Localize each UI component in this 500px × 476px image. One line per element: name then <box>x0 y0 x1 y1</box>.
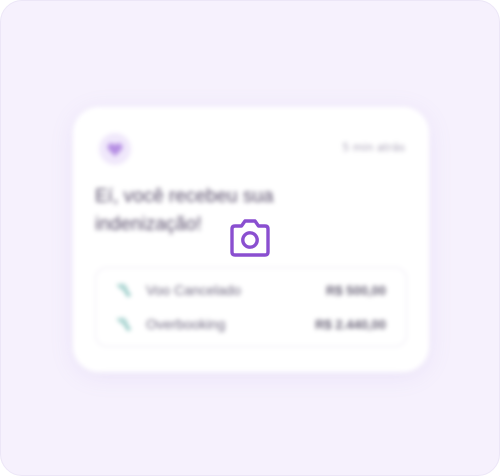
list-item: Overbooking R$ 2.440,00 <box>114 312 386 336</box>
item-label: Overbooking <box>146 316 226 332</box>
compensation-list: Voo Cancelado R$ 500,00 Overbooking R$ 2… <box>95 267 407 347</box>
item-label: Voo Cancelado <box>146 282 241 298</box>
camera-icon[interactable] <box>226 217 274 261</box>
flight-cancel-icon <box>114 280 134 300</box>
preview-frame: 5 min atrás Eí, você recebeu sua indeniz… <box>0 0 500 476</box>
heart-badge <box>99 133 131 165</box>
list-item: Voo Cancelado R$ 500,00 <box>114 278 386 302</box>
heart-icon <box>107 142 123 156</box>
item-value: R$ 2.440,00 <box>315 316 386 332</box>
item-value: R$ 500,00 <box>326 282 386 298</box>
flight-cancel-icon <box>114 314 134 334</box>
notification-headline: Eí, você recebeu sua indenização! <box>95 186 274 235</box>
notification-time: 5 min atrás <box>342 141 405 154</box>
